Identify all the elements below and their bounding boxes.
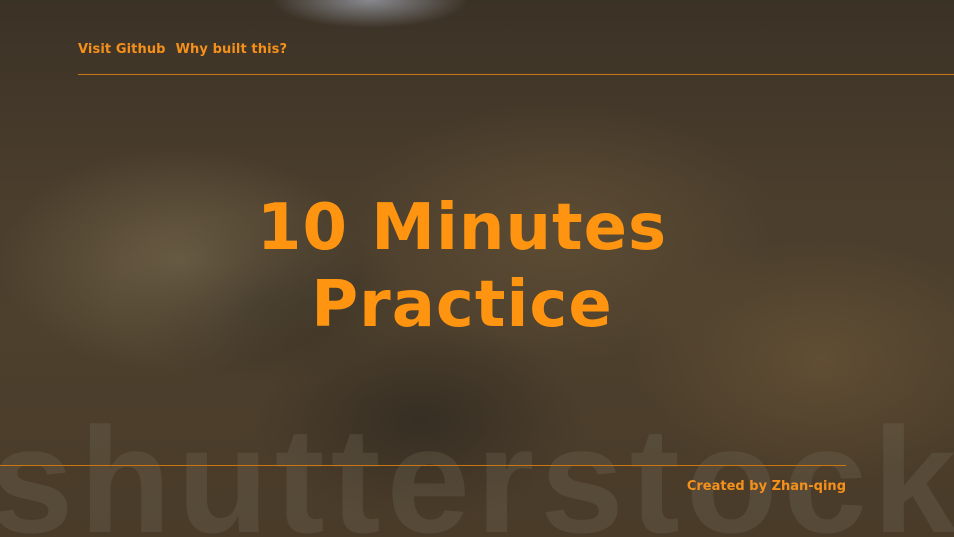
background-watermark: shutterstock	[0, 396, 954, 537]
hero-title-line-1: 10 Minutes	[256, 191, 668, 265]
hero-title-line-2: Practice	[311, 268, 613, 342]
bottom-divider	[0, 465, 846, 466]
footer-credit: Created by Zhan-qing	[686, 479, 846, 494]
top-nav: Visit Github Why built this?	[78, 42, 287, 57]
why-built-this-link[interactable]: Why built this?	[176, 42, 288, 57]
page: shutterstock Visit Github Why built this…	[0, 0, 954, 537]
hero-title: 10 Minutes Practice	[0, 190, 924, 344]
top-divider	[78, 74, 954, 75]
visit-github-link[interactable]: Visit Github	[78, 42, 166, 57]
hero: 10 Minutes Practice	[0, 190, 924, 344]
